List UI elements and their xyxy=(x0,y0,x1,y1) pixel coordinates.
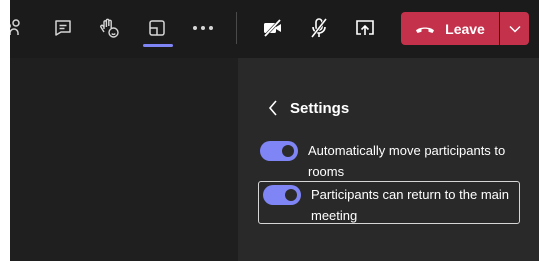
active-tab-indicator xyxy=(143,44,173,47)
chat-icon[interactable] xyxy=(50,15,76,41)
chevron-down-icon xyxy=(508,25,521,33)
meeting-window: Leave Settings Automatically move partic… xyxy=(10,0,539,261)
leave-options-button[interactable] xyxy=(500,12,529,45)
chevron-left-icon xyxy=(268,100,277,116)
return-main-toggle[interactable] xyxy=(263,185,301,205)
toggle-knob xyxy=(282,145,294,157)
more-options-icon[interactable] xyxy=(190,15,216,41)
leave-label: Leave xyxy=(445,20,485,37)
panel-title: Settings xyxy=(290,99,350,117)
phone-hangup-icon xyxy=(416,27,435,33)
share-screen-icon[interactable] xyxy=(352,15,378,41)
raise-hand-icon[interactable] xyxy=(96,15,122,41)
toolbar-divider xyxy=(236,12,237,44)
auto-move-toggle[interactable] xyxy=(260,141,298,161)
leave-button[interactable]: Leave xyxy=(401,12,499,45)
meeting-stage xyxy=(10,58,238,261)
settings-back-button[interactable]: Settings xyxy=(268,98,349,118)
auto-move-label: Automatically move participants to rooms xyxy=(308,143,506,179)
toggle-knob xyxy=(285,189,297,201)
return-main-label: Participants can return to the main meet… xyxy=(311,187,509,223)
breakout-rooms-icon[interactable] xyxy=(144,15,170,41)
meeting-toolbar: Leave xyxy=(10,0,539,58)
mic-off-icon[interactable] xyxy=(306,15,332,41)
camera-off-icon[interactable] xyxy=(260,15,286,41)
settings-panel: Settings Automatically move participants… xyxy=(238,58,539,261)
setting-return-main: Participants can return to the main meet… xyxy=(258,181,520,224)
people-icon[interactable] xyxy=(10,15,26,41)
setting-auto-move: Automatically move participants to rooms xyxy=(260,140,530,182)
